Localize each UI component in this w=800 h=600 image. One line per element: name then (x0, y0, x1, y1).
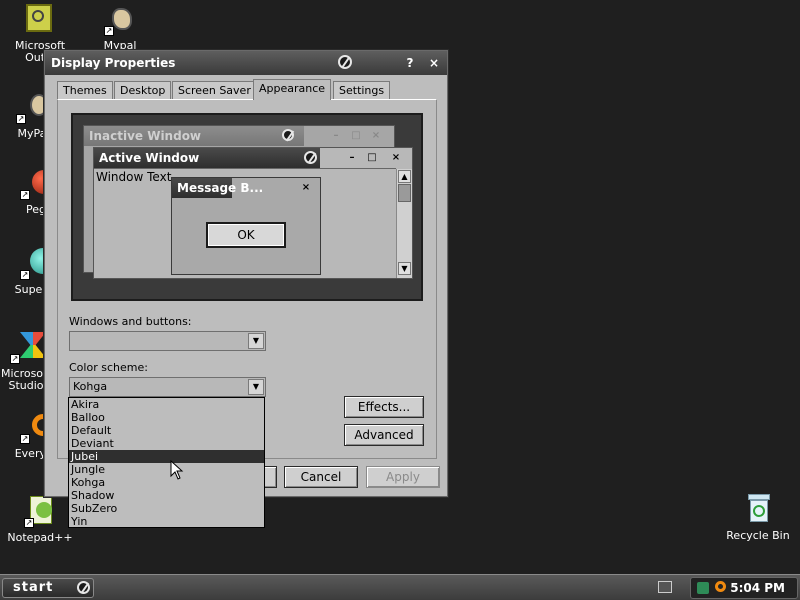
tab-screen-saver[interactable]: Screen Saver (172, 81, 257, 99)
dropdown-option[interactable]: Yin (69, 515, 264, 528)
preview-scrollbar: ▲ ▼ (396, 169, 412, 278)
scroll-up-icon: ▲ (398, 170, 411, 183)
message-box-preview: Message B... × OK (171, 177, 321, 275)
scroll-thumb (398, 184, 411, 202)
dropdown-option[interactable]: Akira (69, 398, 264, 411)
inactive-window-title: Inactive Window (84, 126, 304, 146)
close-button[interactable]: × (427, 56, 441, 70)
dropdown-option-highlighted[interactable]: Jubei (69, 450, 264, 463)
shortcut-arrow-icon: ↗ (104, 26, 114, 36)
shortcut-arrow-icon: ↗ (24, 518, 34, 528)
maximize-icon: □ (351, 130, 361, 141)
start-logo-icon (77, 581, 90, 594)
scroll-down-icon: ▼ (398, 262, 411, 275)
recycle-bin-icon (742, 494, 774, 526)
theme-logo-icon (338, 55, 352, 69)
color-scheme-label: Color scheme: (69, 361, 148, 374)
start-label: start (13, 580, 54, 595)
desktop-icon-label: Notepad++ (7, 531, 73, 544)
shortcut-arrow-icon: ↗ (20, 190, 30, 200)
taskbar: start 5:04 PM (0, 574, 800, 600)
shortcut-arrow-icon: ↗ (10, 354, 20, 364)
keyboard-icon[interactable] (658, 581, 672, 593)
chevron-down-icon: ▼ (248, 379, 264, 395)
windows-buttons-select[interactable]: ▼ (69, 331, 266, 351)
tab-desktop[interactable]: Desktop (114, 81, 172, 99)
network-icon[interactable] (697, 582, 709, 594)
color-scheme-select[interactable]: Kohga ▼ (69, 377, 266, 397)
active-window-title: Active Window (94, 148, 320, 168)
advanced-button[interactable]: Advanced (344, 424, 424, 446)
minimize-icon: – (349, 152, 355, 163)
close-icon: × (301, 182, 311, 193)
desktop-icon-notepadpp[interactable]: ↗ Notepad++ (2, 496, 78, 544)
color-scheme-dropdown-list: Akira Balloo Default Deviant Jubei Jungl… (68, 397, 265, 528)
effects-button[interactable]: Effects... (344, 396, 424, 418)
desktop-icon-recycle-bin[interactable]: Recycle Bin (720, 494, 796, 542)
shortcut-arrow-icon: ↗ (16, 114, 26, 124)
tab-appearance[interactable]: Appearance (253, 79, 332, 100)
desktop-icon-label: Recycle Bin (726, 529, 790, 542)
windows-buttons-label: Windows and buttons: (69, 315, 192, 328)
shortcut-arrow-icon: ↗ (20, 434, 30, 444)
theme-logo-icon (282, 129, 294, 141)
chevron-down-icon: ▼ (248, 333, 264, 349)
apply-button[interactable]: Apply (366, 466, 440, 488)
search-icon[interactable] (715, 581, 726, 592)
notepadpp-icon: ↗ (24, 496, 56, 528)
tab-settings[interactable]: Settings (333, 81, 391, 99)
dialog-title: Display Properties (51, 56, 176, 70)
start-button[interactable]: start (2, 578, 94, 598)
message-box-title: Message B... (177, 181, 264, 195)
dropdown-option[interactable]: Shadow (69, 489, 264, 502)
outlook-icon (24, 4, 56, 36)
theme-logo-icon (304, 151, 317, 164)
dropdown-option[interactable]: Default (69, 424, 264, 437)
dropdown-option[interactable]: Kohga (69, 476, 264, 489)
mouse-cursor-icon (170, 460, 184, 480)
mypal-icon: ↗ (104, 4, 136, 36)
close-icon: × (371, 130, 381, 141)
ok-button-preview: OK (206, 222, 286, 248)
dropdown-option[interactable]: SubZero (69, 502, 264, 515)
studio-icon: ↗ (10, 332, 46, 364)
dropdown-option[interactable]: Jungle (69, 463, 264, 476)
desktop-icon-mypal[interactable]: ↗ Mypal (82, 4, 158, 52)
system-tray: 5:04 PM (690, 577, 798, 599)
color-scheme-value: Kohga (73, 380, 108, 393)
help-button[interactable]: ? (403, 56, 417, 70)
appearance-preview: Inactive Window – □ × Active Window – □ … (71, 113, 423, 301)
shortcut-arrow-icon: ↗ (20, 270, 30, 280)
tab-themes[interactable]: Themes (57, 81, 113, 99)
minimize-icon: – (333, 130, 339, 141)
dropdown-option[interactable]: Deviant (69, 437, 264, 450)
close-icon: × (391, 152, 401, 163)
dialog-titlebar[interactable]: Display Properties (45, 51, 447, 75)
clock[interactable]: 5:04 PM (730, 581, 785, 595)
cancel-button[interactable]: Cancel (284, 466, 358, 488)
dropdown-option[interactable]: Balloo (69, 411, 264, 424)
maximize-icon: □ (367, 152, 377, 163)
